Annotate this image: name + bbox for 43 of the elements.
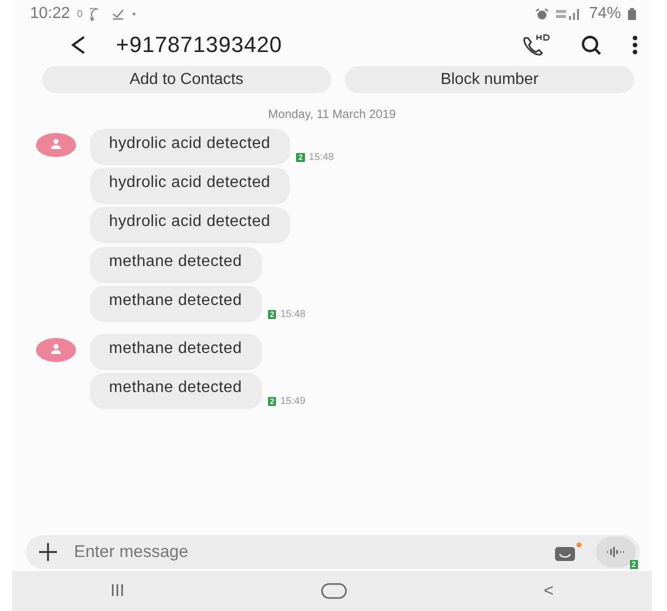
message-bubble: methane detected [90, 286, 262, 322]
waveform-icon [605, 546, 627, 558]
date-header: Monday, 11 March 2019 [267, 107, 397, 121]
home-icon [321, 583, 348, 599]
voice-button[interactable]: 2 [596, 537, 636, 567]
sticker-icon [554, 542, 582, 562]
message-bubble: methane detected [90, 373, 262, 409]
message-bubble: methane detected [90, 247, 262, 283]
alarm-icon [534, 8, 549, 20]
search-icon [580, 34, 602, 56]
search-button[interactable] [580, 34, 602, 56]
download-check-icon [110, 8, 125, 20]
block-number-button[interactable]: Block number [345, 66, 634, 93]
add-contact-button[interactable]: Add to Contacts [42, 66, 331, 93]
message-bubble: methane detected [90, 334, 262, 370]
message-composer[interactable]: Enter message 2 [26, 535, 640, 569]
back-button[interactable] [70, 34, 86, 56]
sticker-button[interactable] [554, 542, 582, 562]
attach-button[interactable] [38, 542, 58, 562]
dot-icon [132, 12, 136, 16]
message-time: 15:48 [280, 309, 306, 320]
more-options-button[interactable] [632, 34, 638, 56]
message-bubble: hydrolic acid detected [90, 168, 290, 204]
sim-badge: 2 [268, 310, 276, 319]
kebab-menu-icon [632, 34, 638, 56]
contact-number: +917871393420 [116, 32, 282, 58]
sim-badge: 2 [630, 560, 638, 569]
plus-icon [38, 542, 58, 562]
battery-icon [628, 8, 636, 20]
sim-badge: 2 [296, 153, 305, 162]
nav-back-button[interactable]: < [540, 581, 558, 601]
battery-percent: 74% [588, 5, 621, 23]
message-time: 15:48 [308, 152, 334, 163]
sim-badge: 2 [268, 397, 276, 406]
network-speed: 0 [77, 8, 83, 20]
signal-icon [556, 8, 582, 20]
message-input[interactable]: Enter message [72, 541, 554, 563]
message-time: 15:49 [280, 396, 306, 407]
message-bubble: hydrolic acid detected [90, 129, 290, 165]
back-chevron-icon [70, 34, 86, 56]
status-time: 10:22 [30, 5, 70, 23]
message-bubble: hydrolic acid detected [90, 207, 290, 243]
recent-apps-button[interactable]: III [106, 581, 128, 601]
